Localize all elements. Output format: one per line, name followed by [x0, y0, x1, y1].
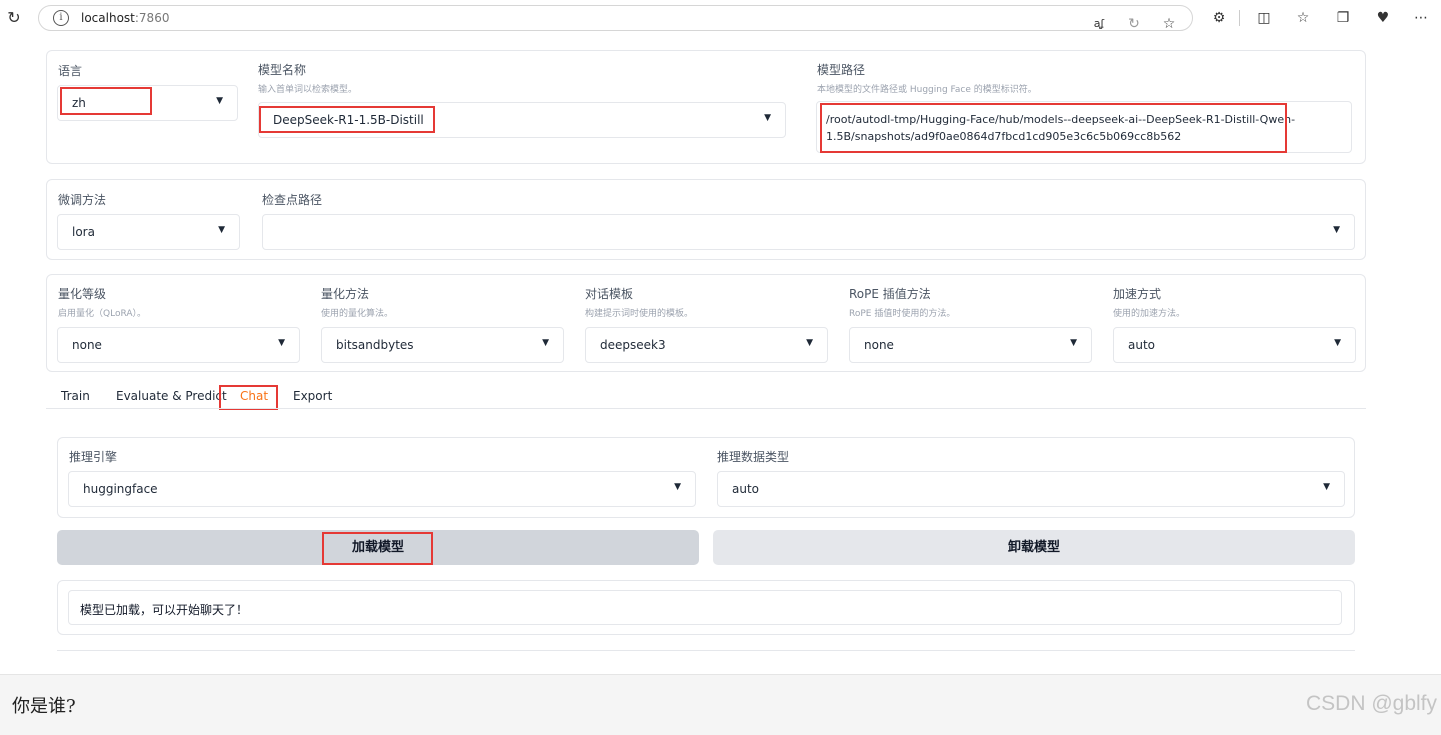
tab-train[interactable]: Train [61, 389, 90, 403]
model-path-value: /root/autodl-tmp/Hugging-Face/hub/models… [826, 113, 1296, 143]
checkpoint-dropdown[interactable]: ▼ [262, 214, 1355, 250]
url-port: :7860 [134, 11, 170, 25]
browser-toolbar: ↻ i localhost:7860 aʆ ↻ ☆ ⚙ ◫ ☆ ❐ ♥ ⋯ [0, 0, 1441, 36]
quant-bit-dropdown[interactable]: none ▼ [57, 327, 300, 363]
booster-value: auto [1128, 338, 1156, 352]
reload-icon[interactable]: ↻ [4, 8, 24, 28]
section-divider [57, 650, 1355, 651]
chevron-down-icon: ▼ [278, 338, 285, 348]
model-name-hint: 输入首单词以检索模型。 [258, 85, 358, 95]
unload-model-button[interactable]: 卸载模型 [713, 530, 1355, 565]
url-host: localhost [81, 11, 135, 25]
query-text: 你是谁? [12, 696, 76, 717]
finetune-method-value: lora [72, 225, 95, 239]
quant-method-value: bitsandbytes [336, 338, 414, 352]
more-icon[interactable]: ⋯ [1411, 8, 1431, 28]
toolbar-divider [1239, 10, 1240, 26]
template-dropdown[interactable]: deepseek3 ▼ [585, 327, 828, 363]
booster-dropdown[interactable]: auto ▼ [1113, 327, 1356, 363]
collections-icon[interactable]: ❐ [1333, 8, 1353, 28]
favorite-icon[interactable]: ☆ [1159, 14, 1179, 34]
chevron-down-icon: ▼ [218, 225, 225, 235]
booster-hint: 使用的加速方法。 [1113, 309, 1186, 319]
model-path-input[interactable]: /root/autodl-tmp/Hugging-Face/hub/models… [816, 101, 1352, 153]
finetune-method-label: 微调方法 [58, 193, 107, 207]
tab-chat[interactable]: Chat [240, 389, 268, 403]
chevron-down-icon: ▼ [806, 338, 813, 348]
load-model-button[interactable]: 加载模型 [57, 530, 699, 565]
address-bar[interactable]: i localhost:7860 aʆ ↻ ☆ [38, 5, 1193, 34]
quant-method-hint: 使用的量化算法。 [321, 309, 394, 319]
finetune-method-dropdown[interactable]: lora ▼ [57, 214, 240, 250]
chevron-down-icon: ▼ [674, 482, 681, 492]
infer-backend-value: huggingface [83, 482, 158, 496]
favorites-bar-icon[interactable]: ☆ [1293, 8, 1313, 28]
rope-label: RoPE 插值方法 [849, 287, 931, 301]
rope-value: none [864, 338, 894, 352]
language-dropdown[interactable]: zh ▼ [57, 85, 238, 121]
quant-method-dropdown[interactable]: bitsandbytes ▼ [321, 327, 564, 363]
status-output: 模型已加载，可以开始聊天了！ [68, 590, 1342, 625]
model-name-dropdown[interactable]: DeepSeek-R1-1.5B-Distill ▼ [258, 102, 786, 138]
chevron-down-icon: ▼ [1070, 338, 1077, 348]
performance-icon[interactable]: ♥ [1373, 8, 1393, 28]
tab-divider [46, 408, 1366, 409]
quant-bit-value: none [72, 338, 102, 352]
chevron-down-icon: ▼ [1333, 225, 1340, 235]
template-label: 对话模板 [585, 287, 634, 301]
model-name-value: DeepSeek-R1-1.5B-Distill [273, 113, 424, 127]
status-panel: 模型已加载，可以开始聊天了！ [57, 580, 1355, 635]
quant-method-label: 量化方法 [321, 287, 370, 301]
infer-panel: 推理引擎 huggingface ▼ 推理数据类型 auto ▼ [57, 437, 1355, 518]
checkpoint-label: 检查点路径 [262, 193, 323, 207]
template-value: deepseek3 [600, 338, 666, 352]
quant-bit-label: 量化等级 [58, 287, 107, 301]
reading-view-icon[interactable]: ↻ [1124, 14, 1144, 34]
chevron-down-icon: ▼ [764, 113, 771, 123]
query-input-area[interactable]: 你是谁? CSDN @gblfy [0, 674, 1441, 735]
rope-dropdown[interactable]: none ▼ [849, 327, 1092, 363]
chevron-down-icon: ▼ [216, 96, 223, 106]
chevron-down-icon: ▼ [1323, 482, 1330, 492]
infer-backend-dropdown[interactable]: huggingface ▼ [68, 471, 696, 507]
infer-dtype-dropdown[interactable]: auto ▼ [717, 471, 1345, 507]
booster-label: 加速方式 [1113, 287, 1162, 301]
chevron-down-icon: ▼ [1334, 338, 1341, 348]
model-path-hint: 本地模型的文件路径或 Hugging Face 的模型标识符。 [817, 85, 1037, 95]
rope-hint: RoPE 插值时使用的方法。 [849, 309, 956, 319]
finetune-panel: 微调方法 lora ▼ 检查点路径 ▼ [46, 179, 1366, 260]
tab-export[interactable]: Export [293, 389, 332, 403]
url-text: localhost:7860 [81, 11, 169, 25]
language-value: zh [72, 96, 86, 110]
extensions-icon[interactable]: ⚙ [1209, 8, 1229, 28]
site-info-icon[interactable]: i [53, 10, 69, 26]
split-screen-icon[interactable]: ◫ [1254, 8, 1274, 28]
watermark: CSDN @gblfy [1305, 692, 1437, 715]
infer-dtype-label: 推理数据类型 [717, 450, 790, 464]
language-label: 语言 [58, 64, 83, 78]
model-name-label: 模型名称 [258, 63, 307, 77]
template-hint: 构建提示词时使用的模板。 [585, 309, 694, 319]
read-aloud-icon[interactable]: aʆ [1089, 14, 1109, 34]
infer-dtype-value: auto [732, 482, 760, 496]
status-text: 模型已加载，可以开始聊天了！ [80, 603, 249, 617]
model-path-label: 模型路径 [817, 63, 866, 77]
chevron-down-icon: ▼ [542, 338, 549, 348]
advanced-panel: 量化等级 启用量化（QLoRA）。 none ▼ 量化方法 使用的量化算法。 b… [46, 274, 1366, 372]
infer-backend-label: 推理引擎 [69, 450, 118, 464]
quant-bit-hint: 启用量化（QLoRA）。 [58, 309, 146, 319]
tab-evaluate-predict[interactable]: Evaluate & Predict [116, 389, 227, 403]
